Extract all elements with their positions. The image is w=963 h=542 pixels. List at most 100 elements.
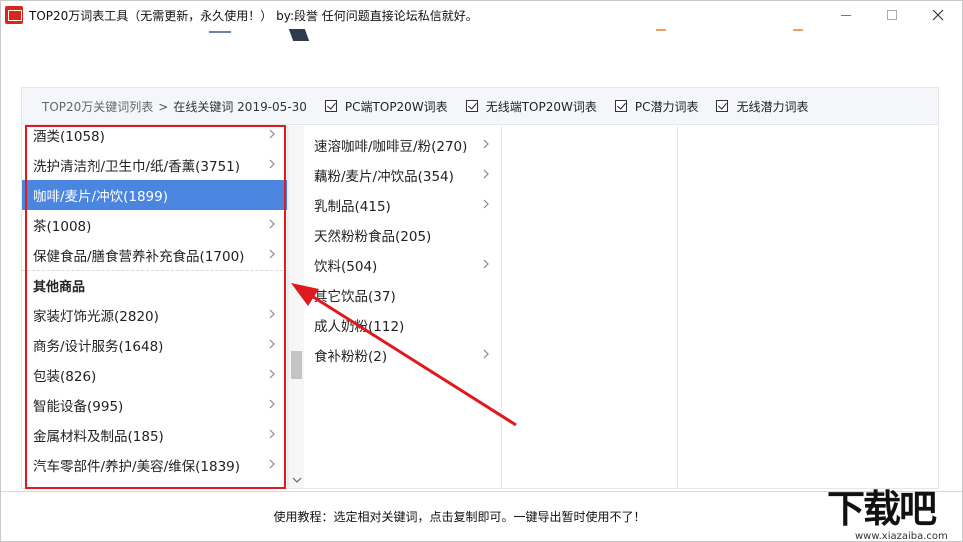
footer-instructions: 使用教程：选定相对关键词，点击复制即可。一键导出暂时使用不了！ <box>273 510 646 524</box>
list-item[interactable]: 包装(826) <box>22 360 287 390</box>
list-item[interactable]: 智能设备(995) <box>22 390 287 420</box>
chevron-right-icon <box>269 399 275 409</box>
chevron-right-icon <box>269 159 275 169</box>
list-item-label: 成人奶粉(112) <box>314 319 405 335</box>
list-item[interactable]: 藕粉/麦片/冲饮品(354) <box>304 160 501 190</box>
maximize-icon <box>887 10 897 20</box>
list-item-label: 保健食品/膳食营养补充食品(1700) <box>33 249 245 265</box>
chevron-right-icon <box>269 369 275 379</box>
chevron-right-icon <box>483 199 489 209</box>
title-bar: TOP20万词表工具（无需更新，永久使用！） by:段誉 任何问题直接论坛私信就… <box>1 1 962 29</box>
checkbox-pc-potential[interactable]: PC潜力词表 <box>614 98 699 115</box>
maximize-button[interactable] <box>869 1 915 29</box>
breadcrumb-separator: > <box>158 99 169 114</box>
close-icon <box>932 9 944 21</box>
list-item[interactable]: 乳制品(415) <box>304 190 501 220</box>
chevron-right-icon <box>269 189 275 199</box>
banner-decoration <box>656 29 666 31</box>
chevron-right-icon <box>269 339 275 349</box>
checkbox-pc-top20w[interactable]: PC端TOP20W词表 <box>324 98 448 115</box>
category-columns: 酒类(1058) 洗护清洁剂/卫生巾/纸/香薰(3751) 咖啡/麦片/冲饮(189… <box>22 126 938 488</box>
scroll-down-icon[interactable] <box>292 476 302 484</box>
list-item-label: 天然粉粉食品(205) <box>314 229 432 245</box>
chevron-right-icon <box>269 129 275 139</box>
third-level-column <box>503 126 678 488</box>
list-item[interactable]: 酒类(1058) <box>22 126 287 150</box>
banner-decoration <box>793 29 803 31</box>
list-item-label: 乳制品(415) <box>314 199 391 215</box>
chevron-right-icon <box>483 169 489 179</box>
list-item[interactable]: 速溶咖啡/咖啡豆/粉(270) <box>304 130 501 160</box>
footer-bar: 使用教程：选定相对关键词，点击复制即可。一键导出暂时使用不了！ <box>1 491 962 541</box>
list-item-label: 咖啡/麦片/冲饮(1899) <box>33 189 168 205</box>
checkbox-wireless-potential[interactable]: 无线潜力词表 <box>716 98 808 115</box>
keyword-panel: TOP20万关键词列表 > 在线关键词 2019-05-30 PC端TOP20W词表… <box>21 87 939 489</box>
category-scrollbar[interactable] <box>288 126 304 488</box>
list-item[interactable]: 其它饮品(37) <box>304 280 501 310</box>
list-item-label: 包装(826) <box>33 369 97 385</box>
banner-decoration <box>209 31 231 33</box>
list-item-label: 洗护清洁剂/卫生巾/纸/香薰(3751) <box>33 159 241 175</box>
list-item[interactable]: 咖啡/麦片/冲饮(1899) <box>22 180 287 210</box>
checkbox-checked-icon[interactable] <box>465 100 478 112</box>
list-item[interactable]: 饮料(504) <box>304 250 501 280</box>
checkbox-checked-icon[interactable] <box>716 100 729 112</box>
checkbox-label: PC潜力词表 <box>634 99 699 114</box>
header-banner <box>1 29 962 85</box>
list-item[interactable]: 保健食品/膳食营养补充食品(1700) <box>22 240 287 270</box>
chevron-right-icon <box>483 139 489 149</box>
checkbox-checked-icon[interactable] <box>324 100 337 112</box>
watermark-url: www.xiazaiba.com <box>855 531 948 542</box>
chevron-right-icon <box>483 349 489 359</box>
chevron-right-icon <box>269 459 275 469</box>
minimize-button[interactable] <box>823 1 869 29</box>
category-list: 酒类(1058) 洗护清洁剂/卫生巾/纸/香薰(3751) 咖啡/麦片/冲饮(189… <box>22 126 287 480</box>
list-item-label: 茶(1008) <box>33 219 92 235</box>
list-item[interactable]: 成人奶粉(112) <box>304 310 501 340</box>
watermark-logo: 下载吧 www.xiazaiba.com <box>827 487 963 542</box>
list-item[interactable]: 家装灯饰光源(2820) <box>22 300 287 330</box>
list-group-title: 其他商品 <box>22 270 287 300</box>
list-item[interactable]: 汽车零部件/养护/美容/维保(1839) <box>22 450 287 480</box>
keyword-column <box>679 126 938 488</box>
list-item-label: 智能设备(995) <box>33 399 124 415</box>
list-item-label: 藕粉/麦片/冲饮品(354) <box>314 169 454 185</box>
chevron-right-icon <box>269 309 275 319</box>
panel-toolbar: TOP20万关键词列表 > 在线关键词 2019-05-30 PC端TOP20W词表… <box>22 88 938 125</box>
breadcrumb-root[interactable]: TOP20万关键词列表 <box>42 100 153 114</box>
chevron-right-icon <box>269 429 275 439</box>
app-icon <box>5 6 23 24</box>
list-item[interactable]: 天然粉粉食品(205) <box>304 220 501 250</box>
window-title: TOP20万词表工具（无需更新，永久使用！） by:段誉 任何问题直接论坛私信就… <box>29 8 478 23</box>
list-item-label: 饮料(504) <box>314 259 378 275</box>
list-item-label: 家装灯饰光源(2820) <box>33 309 159 325</box>
list-item[interactable]: 商务/设计服务(1648) <box>22 330 287 360</box>
list-item-label: 金属材料及制品(185) <box>33 429 164 445</box>
watermark-text: 下载吧 <box>827 486 937 531</box>
chevron-right-icon <box>483 259 489 269</box>
category-column: 酒类(1058) 洗护清洁剂/卫生巾/纸/香薰(3751) 咖啡/麦片/冲饮(189… <box>22 126 288 488</box>
checkbox-wireless-top20w[interactable]: 无线端TOP20W词表 <box>465 98 597 115</box>
list-item-label: 其他商品 <box>33 280 86 295</box>
chevron-right-icon <box>269 219 275 229</box>
list-item[interactable]: 金属材料及制品(185) <box>22 420 287 450</box>
app-window: TOP20万词表工具（无需更新，永久使用！） by:段誉 任何问题直接论坛私信就… <box>0 0 963 542</box>
list-item-label: 酒类(1058) <box>33 129 105 145</box>
list-item-label: 食补粉粉(2) <box>314 349 388 365</box>
list-item[interactable]: 茶(1008) <box>22 210 287 240</box>
checkbox-label: PC端TOP20W词表 <box>344 99 448 114</box>
checkbox-label: 无线潜力词表 <box>736 99 809 114</box>
scrollbar-thumb[interactable] <box>291 351 302 379</box>
list-item-label: 汽车零部件/养护/美容/维保(1839) <box>33 459 241 475</box>
close-button[interactable] <box>915 1 961 29</box>
list-item-label: 速溶咖啡/咖啡豆/粉(270) <box>314 139 468 155</box>
subcategory-list: 速溶咖啡/咖啡豆/粉(270) 藕粉/麦片/冲饮品(354) 乳制品(415) 天然粉… <box>304 130 501 370</box>
list-item-label: 商务/设计服务(1648) <box>33 339 164 355</box>
subcategory-column: 速溶咖啡/咖啡豆/粉(270) 藕粉/麦片/冲饮品(354) 乳制品(415) 天然粉… <box>304 126 502 488</box>
list-item-label: 其它饮品(37) <box>314 289 396 305</box>
list-item[interactable]: 食补粉粉(2) <box>304 340 501 370</box>
banner-decoration <box>288 29 310 41</box>
breadcrumb: TOP20万关键词列表 > 在线关键词 2019-05-30 <box>42 98 307 115</box>
list-item[interactable]: 洗护清洁剂/卫生巾/纸/香薰(3751) <box>22 150 287 180</box>
checkbox-checked-icon[interactable] <box>614 100 627 112</box>
